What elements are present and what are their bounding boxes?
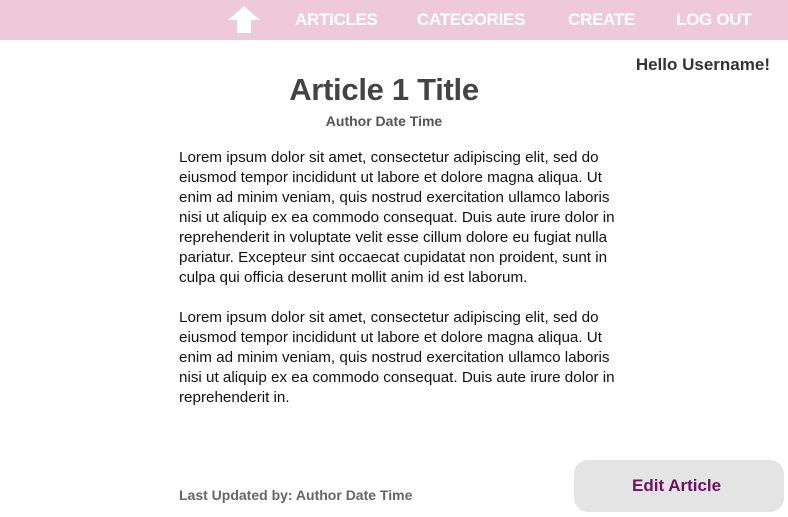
nav-link-log-out[interactable]: LOG OUT (676, 10, 752, 30)
edit-article-button[interactable]: Edit Article (574, 460, 784, 512)
article-paragraph: Lorem ipsum dolor sit amet, consectetur … (179, 149, 615, 286)
article-paragraph: Lorem ipsum dolor sit amet, consectetur … (179, 309, 615, 406)
nav-link-create[interactable]: CREATE (568, 10, 635, 30)
page: ARTICLES CATEGORIES CREATE LOG OUT Hello… (0, 0, 788, 517)
last-updated-info: Last Updated by: Author Date Time (179, 487, 413, 503)
nav-link-categories[interactable]: CATEGORIES (417, 10, 525, 30)
article-byline: Author Date Time (325, 113, 443, 129)
article-title: Article 1 Title (289, 72, 479, 107)
top-navbar: ARTICLES CATEGORIES CREATE LOG OUT (0, 0, 788, 40)
up-arrow-home-icon[interactable] (226, 4, 262, 34)
article-body: Lorem ipsum dolor sit amet, consectetur … (179, 148, 629, 428)
nav-link-articles[interactable]: ARTICLES (295, 10, 378, 30)
